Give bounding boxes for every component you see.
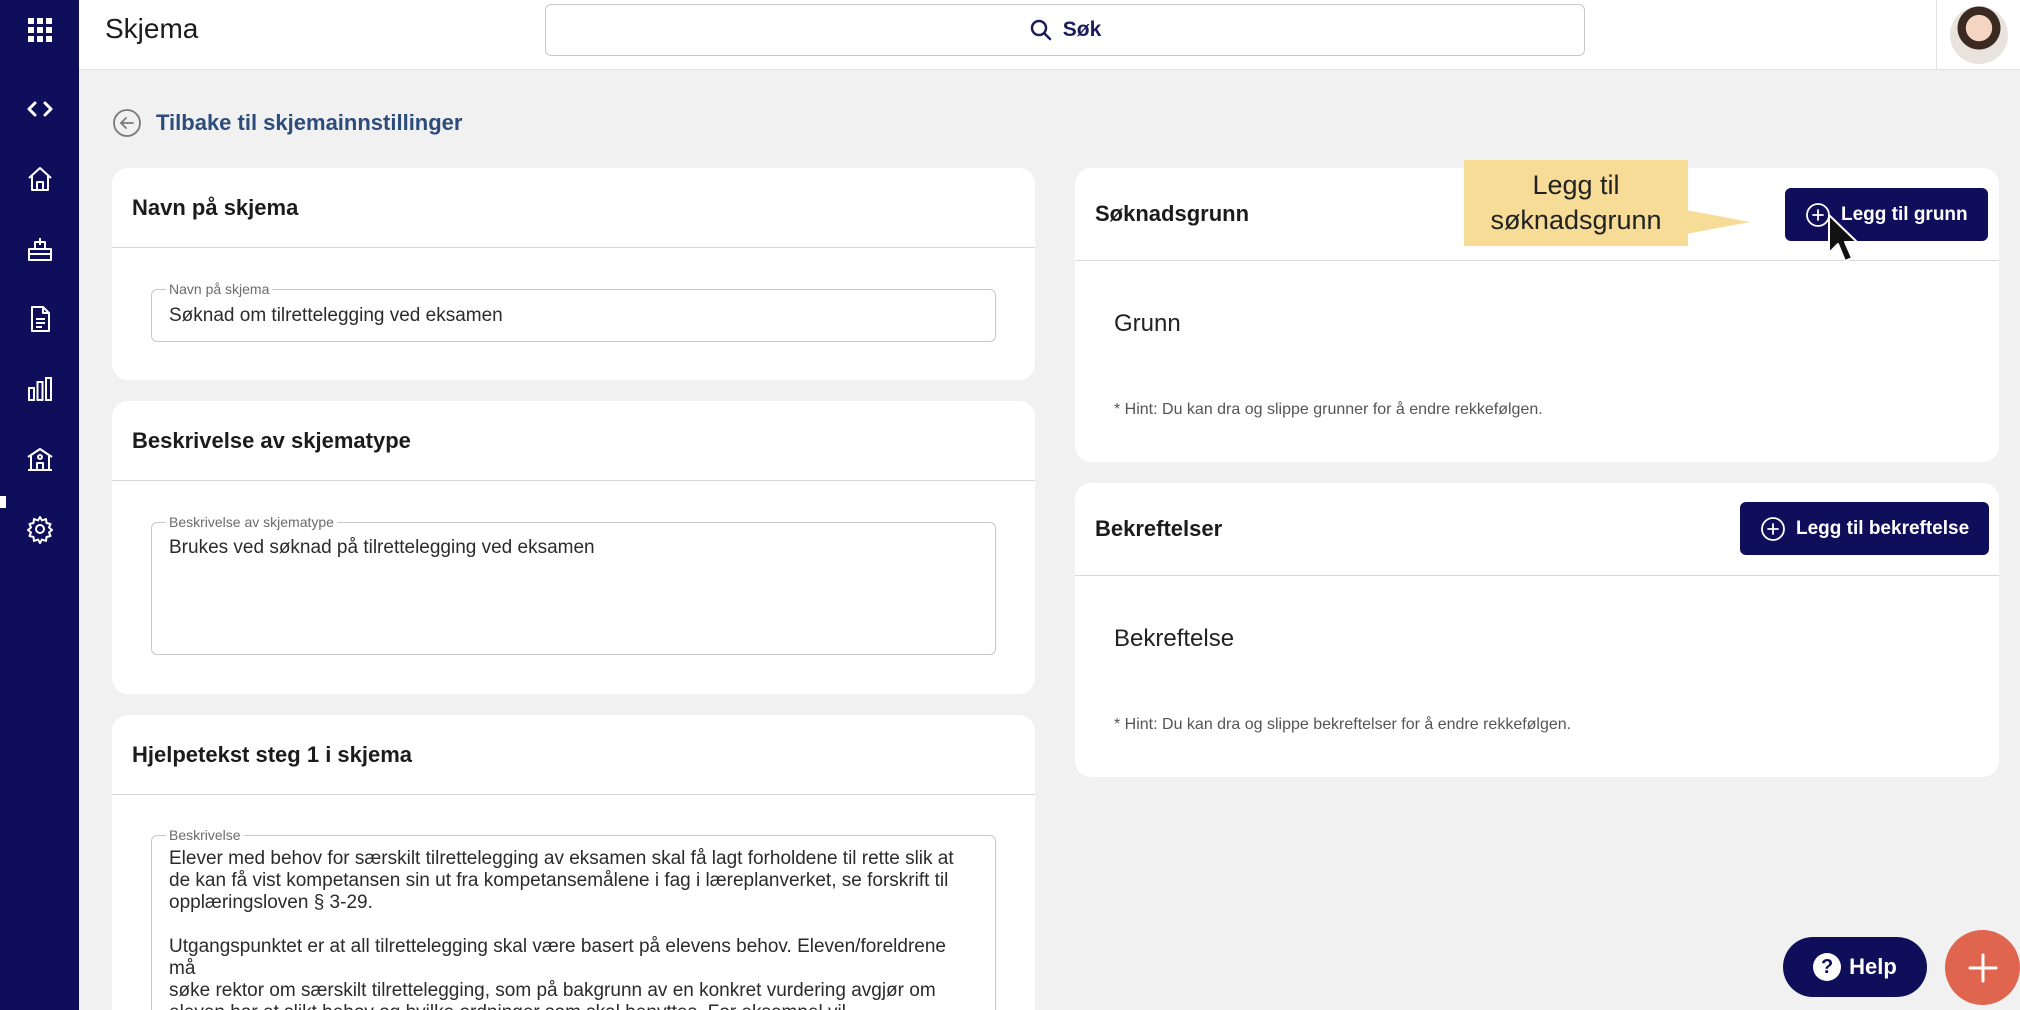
back-link-label: Tilbake til skjemainnstillinger — [156, 110, 463, 135]
reasons-section-heading: Grunn — [1114, 310, 1181, 337]
user-menu[interactable] — [1936, 0, 2020, 70]
mouse-cursor-icon — [1828, 214, 1858, 262]
home-icon[interactable] — [0, 151, 79, 207]
code-toggle-icon[interactable] — [0, 81, 79, 137]
help-button-label: Help — [1849, 954, 1897, 979]
help-button[interactable]: ? Help — [1783, 937, 1927, 997]
arrow-left-circle-icon — [113, 109, 141, 137]
callout-line-1: Legg til — [1532, 170, 1620, 200]
sidebar — [0, 0, 79, 1010]
form-description-field-value: Brukes ved søknad på tilrettelegging ved… — [169, 537, 595, 558]
settings-gear-icon[interactable] — [0, 501, 79, 557]
add-confirmation-button-label: Legg til bekreftelse — [1796, 517, 1970, 539]
form-description-field[interactable]: Beskrivelse av skjematype Brukes ved søk… — [151, 513, 996, 655]
confirmations-drag-hint: * Hint: Du kan dra og slippe bekreftelse… — [1114, 716, 1572, 733]
form-description-card-title: Beskrivelse av skjematype — [112, 401, 1035, 481]
help-text-description-field[interactable]: Beskrivelse Elever med behov for særskil… — [151, 826, 996, 1010]
plus-circle-icon — [1761, 516, 1785, 541]
confirmations-section-heading: Bekreftelse — [1114, 625, 1235, 652]
document-icon[interactable] — [0, 291, 79, 347]
search-label: Søk — [1062, 18, 1102, 41]
back-to-form-settings-link[interactable]: Tilbake til skjemainnstillinger — [112, 108, 462, 138]
top-bar: Skjema Søk — [79, 0, 2020, 70]
help-text-card-title: Hjelpetekst steg 1 i skjema — [112, 715, 1035, 795]
inbox-tray-icon[interactable] — [0, 221, 79, 277]
form-description-field-label: Beskrivelse av skjematype — [166, 513, 337, 531]
help-text-field-value: Elever med behov for særskilt tilrettele… — [169, 848, 954, 1010]
help-text-step1-card: Hjelpetekst steg 1 i skjema Beskrivelse … — [112, 715, 1035, 1010]
search-bar[interactable]: Søk — [545, 4, 1585, 56]
form-description-card: Beskrivelse av skjematype Beskrivelse av… — [112, 401, 1035, 694]
apps-grid-icon[interactable] — [0, 2, 79, 58]
callout-line-2: søknadsgrunn — [1490, 205, 1662, 235]
form-name-field-label: Navn på skjema — [166, 280, 273, 298]
form-name-card: Navn på skjema Navn på skjema Søknad om … — [112, 168, 1035, 380]
app-title: Skjema — [105, 13, 199, 44]
plus-icon — [1968, 953, 1997, 982]
callout-pointer — [1686, 210, 1750, 234]
add-reason-button[interactable]: Legg til grunn — [1785, 188, 1988, 241]
question-mark-icon: ? — [1813, 953, 1842, 981]
bar-chart-icon[interactable] — [0, 361, 79, 417]
search-icon — [1030, 19, 1051, 41]
tutorial-callout: Legg til søknadsgrunn — [1464, 160, 1688, 246]
add-confirmation-button[interactable]: Legg til bekreftelse — [1740, 502, 1990, 555]
form-name-card-title: Navn på skjema — [112, 168, 1035, 248]
floating-add-button[interactable] — [1945, 930, 2020, 1005]
form-name-field-value: Søknad om tilrettelegging ved eksamen — [169, 305, 503, 326]
avatar[interactable] — [1949, 6, 2008, 64]
school-building-icon[interactable] — [0, 431, 79, 487]
reasons-drag-hint: * Hint: Du kan dra og slippe grunner for… — [1114, 401, 1543, 418]
help-text-field-label: Beskrivelse — [166, 826, 244, 844]
form-name-field[interactable]: Navn på skjema Søknad om tilrettelegging… — [151, 280, 996, 342]
